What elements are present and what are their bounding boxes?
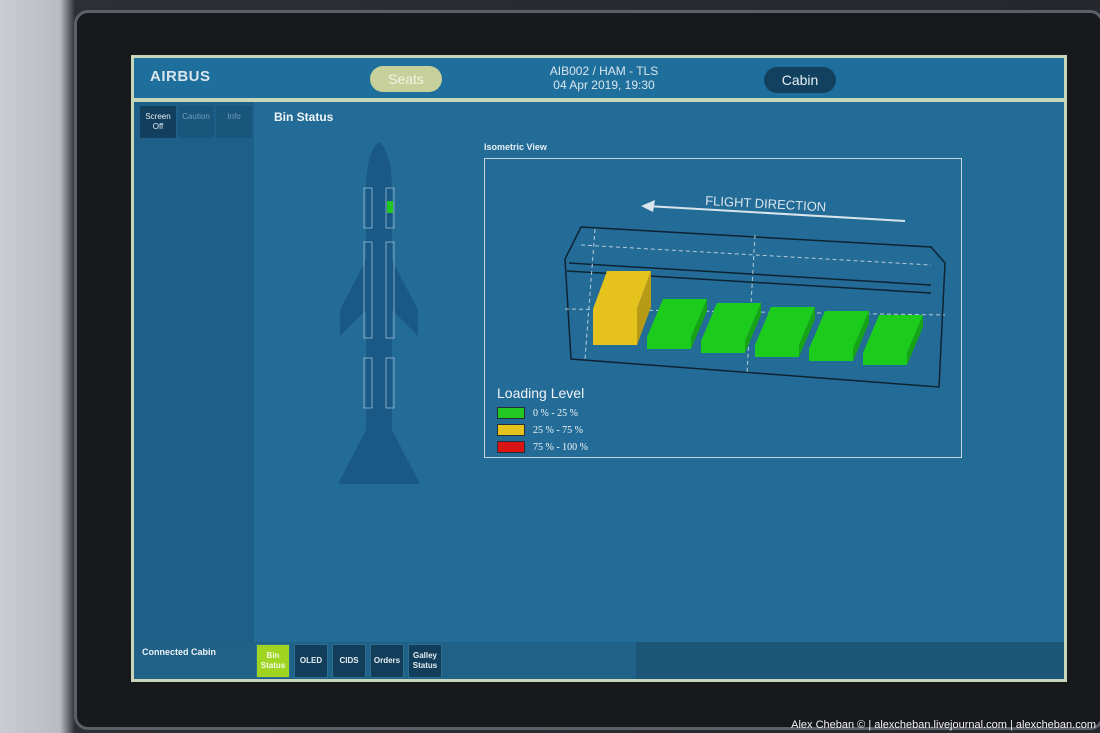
- bin-front-face: [701, 341, 745, 353]
- galley-status-button[interactable]: Galley Status: [408, 644, 442, 678]
- button-label: Status: [412, 661, 438, 670]
- main-panel: Bin Status Isometric View FLIGHT DIRECTI…: [254, 102, 1064, 642]
- connected-cabin-label: Connected Cabin: [142, 647, 217, 657]
- sidebar-tabs: Screen Off Caution Info: [140, 106, 252, 138]
- bin-1: [593, 271, 651, 345]
- bin-front-face: [755, 345, 799, 357]
- isometric-view-panel: FLIGHT DIRECTION Loading Level 0 % - 25 …: [484, 158, 962, 458]
- bin-status-button[interactable]: Bin Status: [256, 644, 290, 678]
- tablet-screen: AIRBUS Seats AIB002 / HAM - TLS 04 Apr 2…: [131, 55, 1067, 682]
- bin-2: [647, 299, 707, 349]
- legend-label: 25 % - 75 %: [533, 424, 583, 436]
- bottom-bar-filler: [636, 642, 1064, 679]
- aircraft-diagram: [338, 142, 420, 484]
- flight-info: AIB002 / HAM - TLS 04 Apr 2019, 19:30: [514, 64, 694, 92]
- bin-front-face: [809, 349, 853, 361]
- bin-6: [863, 315, 923, 365]
- isometric-view-label: Isometric View: [484, 142, 547, 152]
- sidebar: Screen Off Caution Info: [134, 102, 254, 642]
- legend-label: 75 % - 100 %: [533, 441, 588, 453]
- aircraft-left-wing: [340, 260, 366, 336]
- tab-info[interactable]: Info: [216, 106, 252, 138]
- tab-screen-off[interactable]: Screen Off: [140, 106, 176, 138]
- button-label: Bin: [266, 651, 280, 660]
- oled-button[interactable]: OLED: [294, 644, 328, 678]
- tab-label: Info: [227, 112, 241, 121]
- top-bar: AIRBUS Seats AIB002 / HAM - TLS 04 Apr 2…: [134, 58, 1064, 98]
- button-label: Status: [260, 661, 286, 670]
- bottom-nav: Bin Status OLED CIDS Orders Galley Status: [256, 644, 442, 678]
- button-label: OLED: [299, 656, 323, 665]
- highlighted-bin: [387, 201, 393, 213]
- flight-date: 04 Apr 2019, 19:30: [553, 78, 655, 92]
- bin-5: [809, 311, 869, 361]
- bin-front-face: [647, 337, 691, 349]
- legend-swatch: [497, 441, 525, 453]
- button-label: Orders: [373, 656, 401, 665]
- tab-label: Caution: [182, 112, 210, 121]
- bin-front-face: [593, 309, 637, 345]
- tab-label: Screen: [145, 112, 171, 121]
- airbus-logo: AIRBUS: [150, 68, 211, 85]
- photo-credit: Alex Cheban © | alexcheban.livejournal.c…: [791, 719, 1096, 731]
- cids-button[interactable]: CIDS: [332, 644, 366, 678]
- seats-button[interactable]: Seats: [370, 66, 442, 92]
- bin-3: [701, 303, 761, 353]
- page-title: Bin Status: [274, 110, 334, 124]
- legend-item-low: 0 % - 25 %: [497, 407, 578, 419]
- flight-route: AIB002 / HAM - TLS: [549, 64, 659, 78]
- bottom-bar: Connected Cabin Bin Status OLED CIDS Orde…: [134, 642, 1064, 679]
- legend-label: 0 % - 25 %: [533, 407, 578, 419]
- legend-swatch: [497, 407, 525, 419]
- tab-caution[interactable]: Caution: [178, 106, 214, 138]
- legend-swatch: [497, 424, 525, 436]
- bin-4: [755, 307, 815, 357]
- legend-title: Loading Level: [497, 385, 585, 401]
- tab-label: Off: [152, 122, 164, 131]
- aircraft-right-wing: [392, 260, 418, 336]
- button-label: CIDS: [339, 656, 359, 665]
- bins-group: [593, 271, 923, 365]
- bin-front-face: [863, 353, 907, 365]
- orders-button[interactable]: Orders: [370, 644, 404, 678]
- legend-item-mid: 25 % - 75 %: [497, 424, 583, 436]
- button-label: Galley: [412, 651, 437, 660]
- cabin-button[interactable]: Cabin: [764, 67, 836, 93]
- legend-item-high: 75 % - 100 %: [497, 441, 588, 453]
